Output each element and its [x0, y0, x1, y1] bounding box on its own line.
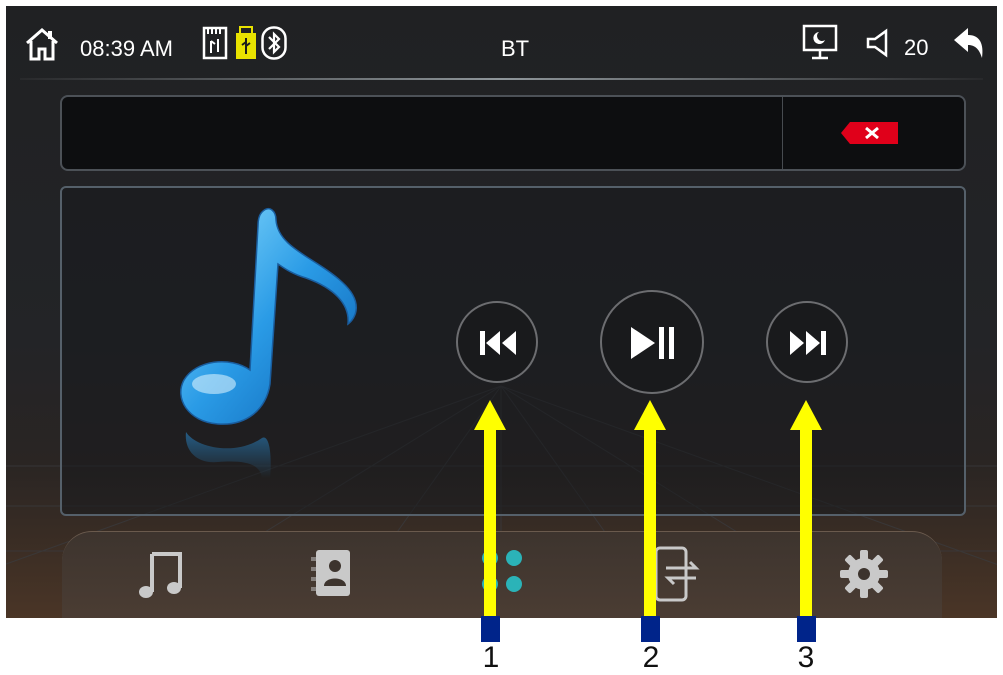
player-panel: [60, 186, 966, 516]
mode-title: BT: [501, 36, 530, 61]
annotation-label-2: 2: [642, 641, 660, 674]
screen-off-icon[interactable]: [802, 24, 838, 62]
annotation-arrow-2: [634, 400, 666, 618]
play-pause-icon: [631, 327, 674, 359]
device-name-box: [60, 95, 966, 171]
previous-button[interactable]: [456, 301, 538, 383]
back-arrow-icon[interactable]: [950, 24, 988, 64]
annotation-label-3: 3: [797, 641, 815, 674]
status-divider: [20, 78, 983, 80]
sd-card-icon: [202, 26, 228, 60]
nav-music-icon[interactable]: [132, 544, 192, 604]
volume-level: 20: [904, 35, 929, 60]
skip-previous-icon: [480, 331, 516, 355]
nav-contacts-icon[interactable]: [302, 544, 362, 604]
annotation-marker-1: [481, 616, 500, 642]
next-button[interactable]: [766, 301, 848, 383]
annotation-arrow-3: [790, 400, 822, 618]
usb-icon: [236, 26, 256, 59]
annotation-arrow-1: [474, 400, 506, 618]
annotation-marker-3: [797, 616, 816, 642]
annotation-label-1: 1: [482, 641, 500, 674]
album-art-music-note-icon: [180, 208, 357, 478]
volume-icon[interactable]: [864, 28, 900, 58]
nav-settings-gear-icon[interactable]: [834, 544, 894, 604]
bluetooth-icon: [261, 26, 287, 60]
device-box-divider: [782, 97, 783, 169]
play-pause-button[interactable]: [600, 290, 704, 394]
home-icon[interactable]: [24, 26, 60, 62]
delete-icon[interactable]: [840, 121, 900, 145]
annotation-marker-2: [641, 616, 660, 642]
clock: 08:39 AM: [80, 36, 173, 61]
status-bar: 08:39 AM BT 20: [6, 6, 997, 78]
skip-next-icon: [790, 331, 826, 355]
